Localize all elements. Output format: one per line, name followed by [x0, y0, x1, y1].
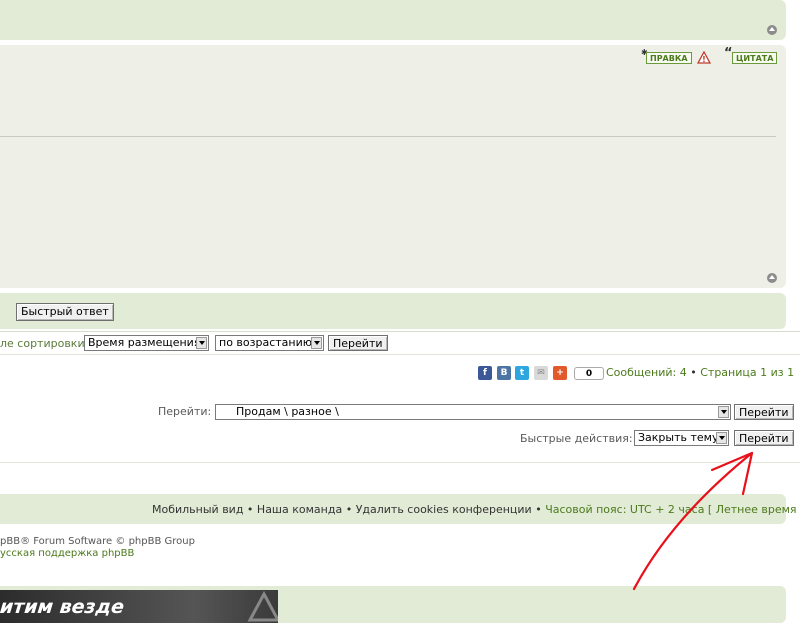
edit-button[interactable]: ПРАВКА — [646, 52, 692, 64]
sort-row-divider — [0, 331, 800, 332]
warning-icon: ! — [696, 50, 712, 64]
quick-reply-button[interactable]: Быстрый ответ — [16, 303, 114, 321]
quick-actions-go-button[interactable]: Перейти — [734, 430, 794, 446]
banner-text: итим везде — [0, 596, 126, 618]
jump-go-button[interactable]: Перейти — [734, 404, 794, 420]
sort-by-value: Время размещения — [88, 336, 201, 349]
footer-sep: • — [243, 503, 257, 516]
back-to-top-icon[interactable] — [767, 273, 777, 283]
banner-logo-icon — [247, 590, 278, 622]
team-link[interactable]: Наша команда — [257, 503, 342, 516]
forum-jump-value: Продам \ разное \ — [236, 405, 339, 418]
quick-actions-label: Быстрые действия: — [520, 432, 633, 445]
timezone-label: Часовой пояс: UTC + 2 часа [ Летнее врем… — [545, 503, 800, 516]
post-panel-top — [0, 0, 786, 40]
footer-nav: Мобильный вид • Наша команда • Удалить c… — [152, 503, 800, 516]
copyright-line2[interactable]: усская поддержка phpBB — [0, 548, 134, 559]
chevron-down-icon — [716, 432, 727, 444]
quick-actions-value: Закрыть тему — [638, 431, 719, 444]
sort-direction-select[interactable]: по возрастанию — [215, 335, 324, 351]
mobile-view-link[interactable]: Мобильный вид — [152, 503, 243, 516]
content-divider — [0, 462, 800, 463]
pagination-label: Страница 1 из 1 — [700, 366, 795, 379]
stats-separator: • — [686, 366, 701, 379]
post-panel — [0, 45, 786, 288]
copyright-line1: pBB® Forum Software © phpBB Group — [0, 536, 195, 547]
google-plus-icon[interactable]: + — [553, 366, 567, 380]
forum-jump-select[interactable]: Продам \ разное \ — [215, 404, 731, 420]
footer-sep: • — [342, 503, 356, 516]
sort-direction-value: по возрастанию — [219, 336, 313, 349]
sort-row-bottom-divider — [0, 354, 800, 355]
facebook-icon[interactable]: f — [478, 366, 492, 380]
sort-by-select[interactable]: Время размещения — [84, 335, 209, 351]
post-divider — [0, 136, 776, 137]
sort-go-button[interactable]: Перейти — [328, 335, 388, 351]
quote-button[interactable]: ЦИТАТА — [732, 52, 778, 64]
sort-label: ле сортировки — [0, 337, 85, 350]
report-button[interactable]: ! — [696, 50, 712, 64]
jump-label: Перейти: — [158, 405, 212, 418]
svg-text:!: ! — [702, 55, 706, 64]
back-to-top-icon[interactable] — [767, 25, 777, 35]
messages-count: Сообщений: 4 — [606, 366, 687, 379]
footer-sep: • — [531, 503, 546, 516]
delete-cookies-link[interactable]: Удалить cookies конференции — [356, 503, 532, 516]
chevron-down-icon — [718, 406, 729, 418]
share-count: 0 — [574, 367, 604, 380]
vkontakte-icon[interactable]: B — [497, 366, 511, 380]
email-icon[interactable]: ✉ — [534, 366, 548, 380]
banner-image[interactable]: итим везде — [0, 590, 278, 623]
quick-actions-select[interactable]: Закрыть тему — [634, 430, 729, 446]
twitter-icon[interactable]: t — [515, 366, 529, 380]
topic-stats: Сообщений: 4 • Страница 1 из 1 — [606, 366, 794, 379]
quick-reply-panel — [0, 293, 786, 329]
chevron-down-icon — [196, 337, 207, 349]
chevron-down-icon — [311, 337, 322, 349]
